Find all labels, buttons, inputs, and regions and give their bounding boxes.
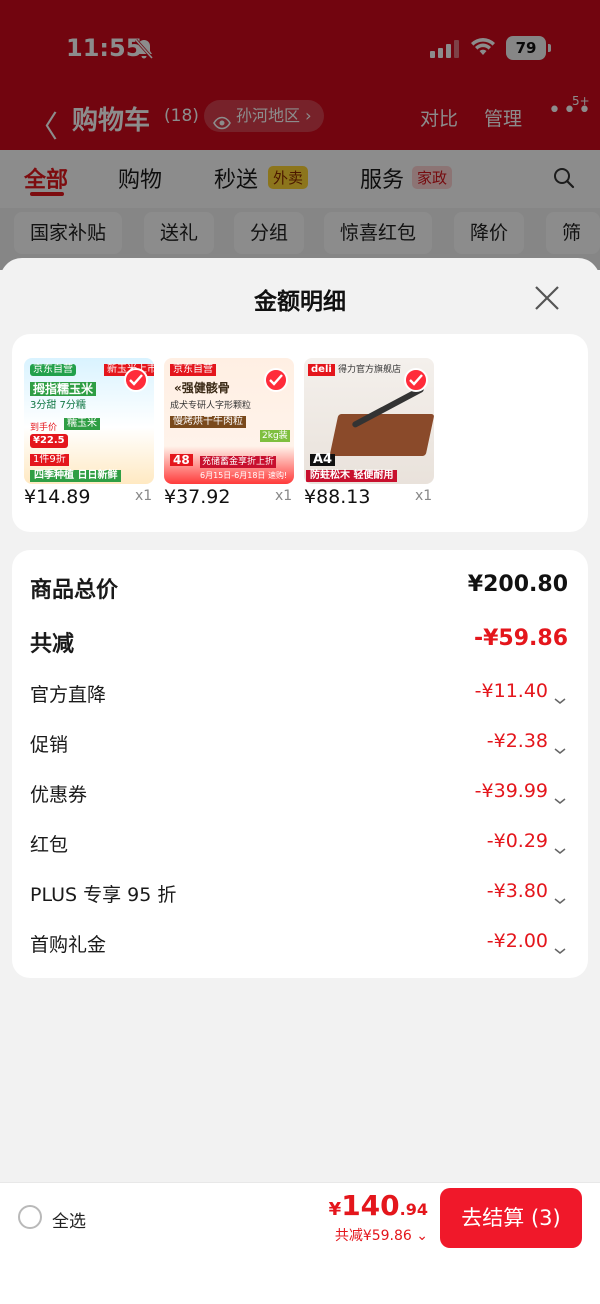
- product-item[interactable]: 京东自营 新玉米上市 拇指糯玉米 3分甜 7分糯 到手价 ¥22.5 1件9折 …: [24, 358, 154, 508]
- chevron-down-icon: [554, 740, 566, 759]
- product-price: ¥88.13: [304, 486, 371, 508]
- product-item[interactable]: deli 得力官方旗舰店 A4 防蛀松木 轻便耐用 ¥88.13 x1: [304, 358, 434, 508]
- thumb-text: 京东自营: [30, 364, 76, 376]
- thumb-text: 充储蓄金享折上折: [200, 456, 277, 468]
- chevron-down-icon: [554, 890, 566, 909]
- product-qty: x1: [415, 488, 433, 504]
- product-image: 京东自营 新玉米上市 拇指糯玉米 3分甜 7分糯 到手价 ¥22.5 1件9折 …: [24, 358, 154, 484]
- thumb-text: A4: [310, 453, 336, 466]
- chevron-down-icon: [554, 940, 566, 959]
- row-value: -¥0.29: [486, 830, 548, 852]
- thumb-text: 到手价: [30, 423, 58, 433]
- row-label: 红包: [30, 834, 69, 856]
- modal-overlay[interactable]: [0, 0, 600, 270]
- row-label: 共减: [30, 632, 75, 657]
- total-reduction-row: 共减 -¥59.86: [12, 622, 588, 662]
- chevron-down-icon: [554, 690, 566, 709]
- thumb-text: 四季种植 日日新鲜: [30, 470, 122, 482]
- product-image: deli 得力官方旗舰店 A4 防蛀松木 轻便耐用: [304, 358, 434, 484]
- thumb-text: ¥22.5: [30, 434, 68, 448]
- chevron-down-icon: [554, 840, 566, 859]
- row-value: ¥200.80: [467, 572, 568, 597]
- row-value: -¥3.80: [486, 880, 548, 902]
- discount-row-coupon[interactable]: 优惠券 -¥39.99: [12, 774, 588, 814]
- thumb-text: 糯玉米: [64, 418, 100, 430]
- selected-check[interactable]: [124, 368, 148, 392]
- thumb-text: 6月15日-6月18日 速购!: [200, 471, 288, 480]
- price-integer: 140: [341, 1189, 400, 1222]
- discount-row-official[interactable]: 官方直降 -¥11.40: [12, 674, 588, 714]
- product-price: ¥14.89: [24, 486, 91, 508]
- total-price: ¥140.94: [329, 1189, 428, 1222]
- thumb-text: 成犬专研人字形颗粒: [170, 401, 252, 411]
- product-qty: x1: [275, 488, 293, 504]
- row-label: PLUS 专享 95 折: [30, 884, 177, 906]
- row-label: 首购礼金: [30, 934, 107, 956]
- row-value: -¥2.00: [486, 930, 548, 952]
- amount-detail-sheet: 金额明细 京东自营 新玉米上市 拇指糯玉米 3分甜 7分糯 到手价 ¥22.5 …: [0, 258, 600, 1304]
- thumb-text: deli: [308, 364, 335, 376]
- product-image: 京东自营 «强健骸骨 成犬专研人字形颗粒 慢烤烘干牛肉粒 2kg装 48 充储蓄…: [164, 358, 294, 484]
- row-label: 优惠券: [30, 784, 88, 806]
- discount-row-redpacket[interactable]: 红包 -¥0.29: [12, 824, 588, 864]
- row-value: -¥39.99: [474, 780, 548, 802]
- close-icon[interactable]: [533, 284, 561, 312]
- row-label: 商品总价: [30, 578, 119, 603]
- checkout-bar: 全选 ¥140.94 共减¥59.86 ⌄ 去结算 (3): [0, 1182, 600, 1254]
- amount-summary-card: 商品总价 ¥200.80 共减 -¥59.86 官方直降 -¥11.40 促销 …: [12, 550, 588, 978]
- thumb-text: 慢烤烘干牛肉粒: [170, 416, 246, 428]
- sheet-title: 金额明细: [254, 289, 346, 315]
- check-icon: [269, 374, 283, 386]
- thumb-text: 1件9折: [30, 454, 69, 466]
- price-currency: ¥: [328, 1199, 342, 1220]
- discount-row-firstpurchase[interactable]: 首购礼金 -¥2.00: [12, 924, 588, 964]
- price-decimal: .94: [399, 1200, 428, 1219]
- thumb-text: 2kg装: [260, 430, 290, 442]
- discount-row-plus[interactable]: PLUS 专享 95 折 -¥3.80: [12, 874, 588, 914]
- row-value: -¥59.86: [473, 626, 568, 651]
- thumb-text: 拇指糯玉米: [30, 382, 97, 396]
- row-value: -¥11.40: [474, 680, 548, 702]
- thumb-text: 京东自营: [170, 364, 216, 376]
- select-all-checkbox[interactable]: [18, 1205, 42, 1229]
- selected-check[interactable]: [404, 368, 428, 392]
- home-indicator-area: [0, 1254, 600, 1304]
- total-price-row: 商品总价 ¥200.80: [12, 568, 588, 608]
- product-qty: x1: [135, 488, 153, 504]
- thumb-text: «强健骸骨: [174, 381, 230, 395]
- chevron-down-icon: [554, 790, 566, 809]
- product-item[interactable]: 京东自营 «强健骸骨 成犬专研人字形颗粒 慢烤烘干牛肉粒 2kg装 48 充储蓄…: [164, 358, 294, 508]
- select-all-label[interactable]: 全选: [52, 1207, 86, 1232]
- check-icon: [409, 374, 423, 386]
- thumb-text: 3分甜 7分糯: [30, 400, 86, 411]
- thumb-text: 防蛀松木 轻便耐用: [306, 470, 398, 482]
- thumb-text: 48: [170, 454, 193, 466]
- row-label: 官方直降: [30, 684, 107, 706]
- paper-cutter-illustration: [329, 414, 434, 456]
- selected-check[interactable]: [264, 368, 288, 392]
- total-discount-toggle[interactable]: 共减¥59.86 ⌄: [335, 1225, 428, 1245]
- row-value: -¥2.38: [486, 730, 548, 752]
- row-label: 促销: [30, 734, 69, 756]
- product-price: ¥37.92: [164, 486, 231, 508]
- thumb-text: 得力官方旗舰店: [338, 365, 402, 375]
- selected-products-card: 京东自营 新玉米上市 拇指糯玉米 3分甜 7分糯 到手价 ¥22.5 1件9折 …: [12, 334, 588, 532]
- checkout-button[interactable]: 去结算 (3): [440, 1188, 582, 1248]
- check-icon: [129, 374, 143, 386]
- discount-row-promotion[interactable]: 促销 -¥2.38: [12, 724, 588, 764]
